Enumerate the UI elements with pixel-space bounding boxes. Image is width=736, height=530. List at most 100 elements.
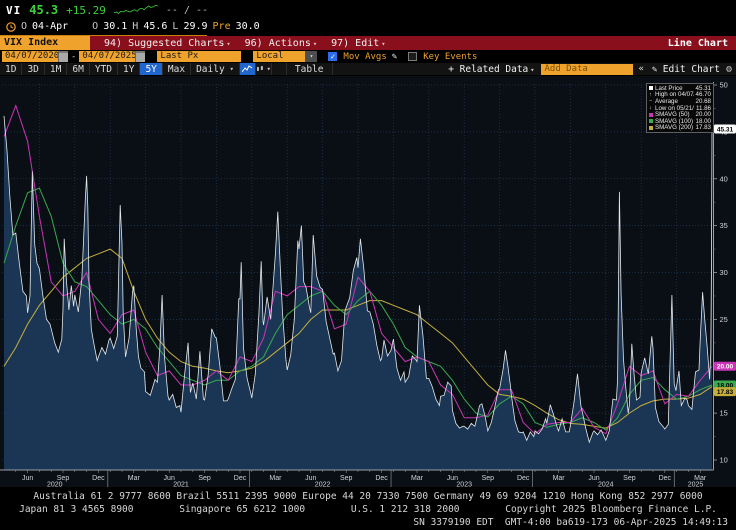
pencil-icon: ✎ [652, 65, 663, 75]
yellow-swatch-icon [649, 126, 653, 130]
low-value: 29.9 [183, 21, 207, 32]
magenta-swatch-icon [649, 113, 653, 117]
svg-text:2024: 2024 [598, 482, 614, 488]
svg-text:Mar: Mar [269, 475, 282, 482]
add-data-input[interactable]: Add Data [541, 64, 633, 75]
bid-ask-placeholder: -- / -- [166, 5, 208, 16]
open-value: 30.1 [103, 21, 127, 32]
svg-text:Mar: Mar [411, 475, 424, 482]
delayed-clock-icon [6, 22, 16, 32]
line-chart-icon [242, 65, 252, 73]
key-events-checkbox[interactable] [408, 52, 417, 61]
svg-text:Sep: Sep [623, 475, 636, 482]
gear-icon[interactable]: ⚙ [726, 64, 732, 75]
sparkline-chart [114, 4, 158, 16]
chevron-down-icon: ▾ [313, 40, 317, 48]
svg-text:Dec: Dec [92, 475, 105, 482]
svg-text:2020: 2020 [47, 482, 63, 488]
menu-bar: VIX Index 94) Suggested Charts▾ 96) Acti… [0, 36, 736, 50]
svg-text:40: 40 [720, 174, 728, 183]
green-swatch-icon [649, 119, 653, 123]
svg-text:Dec: Dec [659, 475, 672, 482]
date-to-input[interactable]: 04/07/2025 [79, 51, 135, 62]
svg-text:2022: 2022 [315, 482, 331, 488]
arrow-up-icon: ↑ [649, 92, 653, 98]
chevron-down-icon: ▾ [230, 65, 234, 73]
edit-mov-avgs-icon[interactable]: ✎ [392, 52, 397, 62]
legend-row-smavg200: SMAVG (200)17.83 [649, 125, 711, 132]
date-from-input[interactable]: 04/07/2020 [2, 51, 58, 62]
terminal-footer: Australia 61 2 9777 8600 Brazil 5511 239… [0, 487, 736, 530]
svg-text:Mar: Mar [128, 475, 141, 482]
key-events-label: Key Events [423, 52, 477, 62]
menu-edit[interactable]: 97) Edit▾ [331, 38, 385, 49]
header-underline [0, 35, 207, 36]
svg-text:Sep: Sep [340, 475, 353, 482]
svg-text:Dec: Dec [234, 475, 247, 482]
svg-text:Sep: Sep [198, 475, 211, 482]
footer-session-info: SN 3379190 EDT GMT-4:00 ba619-173 06-Apr… [0, 516, 736, 529]
tab-1y[interactable]: 1Y [118, 63, 140, 75]
menu-suggested-charts[interactable]: 94) Suggested Charts▾ [104, 38, 231, 49]
svg-text:50: 50 [720, 81, 728, 90]
chevron-down-icon: ▾ [226, 40, 230, 48]
date-range-dash: - [71, 52, 76, 62]
svg-text:Dec: Dec [375, 475, 388, 482]
svg-text:Mar: Mar [553, 475, 566, 482]
low-label: L [172, 21, 178, 32]
svg-text:30: 30 [720, 268, 728, 277]
last-price: 45.3 [29, 3, 58, 17]
chevron-down-icon: ▾ [381, 40, 385, 48]
price-field-select[interactable]: Last Px [157, 51, 241, 62]
open-indicator: O [21, 21, 27, 32]
mov-avgs-label: Mov Avgs [343, 52, 386, 62]
tab-max[interactable]: Max [163, 63, 191, 75]
svg-text:45.31: 45.31 [717, 126, 734, 133]
svg-text:2025: 2025 [688, 482, 704, 488]
tab-1m[interactable]: 1M [45, 63, 67, 75]
security-header: VI 45.3 +15.29 -- / -- O 04-Apr O 30.1 H… [0, 0, 736, 36]
period-tab-bar: 1D 3D 1M 6M YTD 1Y 5Y Max Daily▾ ▾ Table… [0, 63, 736, 76]
svg-text:2021: 2021 [173, 482, 189, 488]
currency-select[interactable]: Local CCY [253, 51, 305, 62]
svg-text:17.83: 17.83 [717, 389, 734, 396]
footer-phone-line-2: Japan 81 3 4565 8900 Singapore 65 6212 1… [0, 503, 736, 516]
frequency-select[interactable]: Daily▾ [191, 63, 240, 75]
pre-label: Pre [213, 21, 231, 32]
footer-phone-line-1: Australia 61 2 9777 8600 Brazil 5511 239… [0, 490, 736, 503]
svg-text:2023: 2023 [456, 482, 472, 488]
tab-3d[interactable]: 3D [22, 63, 44, 75]
white-swatch-icon [649, 86, 653, 90]
chevron-down-icon: ▾ [530, 66, 534, 74]
pre-value: 30.0 [236, 21, 260, 32]
tab-1d[interactable]: 1D [0, 63, 22, 75]
svg-text:Dec: Dec [517, 475, 530, 482]
ticker-symbol: VI [6, 4, 21, 17]
collapse-chevrons[interactable]: « [639, 64, 644, 74]
average-line-icon: − [649, 98, 653, 104]
line-chart-type-button[interactable] [240, 63, 256, 75]
security-name-field[interactable]: VIX Index [0, 36, 90, 50]
tab-6m[interactable]: 6M [67, 63, 89, 75]
tab-5y-selected[interactable]: 5Y [140, 63, 162, 75]
menu-actions[interactable]: 96) Actions▾ [245, 38, 317, 49]
calendar-icon[interactable] [58, 51, 68, 62]
svg-text:Sep: Sep [482, 475, 495, 482]
calendar-icon[interactable] [135, 51, 145, 62]
svg-text:35: 35 [720, 221, 728, 230]
related-data-button[interactable]: + Related Data▾ [448, 64, 534, 75]
chart-type-dropdown-button[interactable]: ▾ [256, 63, 272, 75]
svg-text:25: 25 [720, 315, 728, 324]
arrow-down-icon: ↓ [649, 105, 653, 111]
table-button[interactable]: Table [286, 63, 333, 75]
session-date: 04-Apr [32, 21, 68, 32]
currency-dropdown-button[interactable]: ▾ [305, 51, 317, 62]
tab-ytd[interactable]: YTD [90, 63, 118, 75]
mov-avgs-checkbox[interactable]: ✓ [328, 52, 337, 61]
candlestick-icon [256, 65, 265, 73]
high-label: H [132, 21, 138, 32]
chart-canvas[interactable]: 101520253035404550JunSepDecMarJunSepDecM… [0, 76, 736, 487]
edit-chart-button[interactable]: ✎ Edit Chart [650, 64, 720, 75]
chart-toolbar: 04/07/2020 - 04/07/2025 Last Px Local CC… [0, 50, 736, 63]
svg-text:10: 10 [720, 456, 728, 465]
